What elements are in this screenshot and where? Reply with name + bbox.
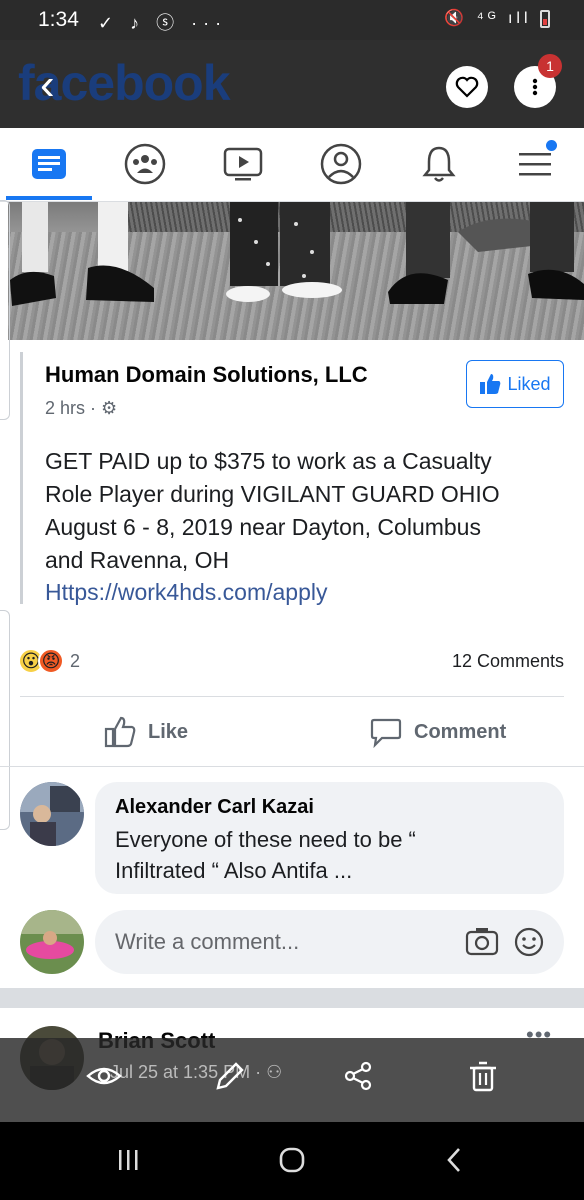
back-icon[interactable]	[444, 1146, 464, 1174]
reaction-count: 2	[70, 650, 81, 671]
home-icon[interactable]	[278, 1146, 306, 1174]
comment-bubble: Alexander Carl Kazai Everyone of these n…	[95, 782, 564, 894]
profile-icon	[320, 143, 362, 185]
comment-button[interactable]: Comment	[370, 716, 506, 748]
post-body-text: GET PAID up to $375 to work as a Casualt…	[45, 448, 500, 573]
divider	[20, 696, 564, 697]
tab-profile[interactable]	[316, 140, 366, 188]
post-link[interactable]: Https://work4hds.com/apply	[45, 579, 328, 606]
like-label: Like	[148, 720, 189, 743]
post-time[interactable]: 2 hrs	[45, 398, 85, 418]
divider	[0, 766, 584, 767]
menu-notification-dot	[546, 140, 557, 151]
groups-icon	[124, 143, 166, 185]
share-icon[interactable]	[342, 1060, 374, 1092]
tab-watch[interactable]	[218, 140, 268, 188]
notification-badge: 1	[538, 54, 562, 78]
battery-icon	[540, 9, 550, 28]
main-nav	[0, 128, 584, 202]
comments-count[interactable]: 12 Comments	[452, 651, 564, 672]
friends-icon: · ⚇	[255, 1062, 283, 1082]
comment-input[interactable]: Write a comment...	[95, 910, 564, 974]
gear-icon: ⚙	[101, 398, 118, 418]
system-nav-bar	[0, 1122, 584, 1200]
edge-card-left	[0, 200, 10, 420]
screenshot-toolbar: Jul 25 at 1:35 PM · ⚇	[0, 1038, 584, 1122]
active-tab-indicator	[6, 196, 92, 200]
tab-notifications[interactable]	[414, 140, 464, 188]
status-bar: 1:34 ✓ ♪ ⓢ ··· 🔇 ⁴ᴳ ıll	[0, 0, 584, 40]
feed-separator	[0, 988, 584, 1008]
comment-label: Comment	[414, 720, 507, 743]
angry-reaction-icon: 😡	[38, 648, 64, 674]
shared-post-border	[20, 352, 23, 604]
comment-text: Everyone of these need to be “ Infiltrat…	[115, 827, 416, 883]
camera-icon[interactable]	[465, 926, 499, 958]
thumbs-up-icon	[480, 374, 501, 394]
liked-label: Liked	[507, 373, 551, 394]
trash-icon[interactable]	[468, 1060, 498, 1092]
signal-icons: 🔇 ⁴ᴳ ıll	[444, 10, 532, 27]
comment-author[interactable]: Alexander Carl Kazai	[115, 796, 314, 819]
bell-icon	[422, 146, 456, 182]
system-status-icons: 🔇 ⁴ᴳ ıll	[444, 8, 550, 28]
watch-icon	[223, 147, 263, 181]
menu-icon	[519, 153, 551, 176]
eye-icon[interactable]	[86, 1060, 122, 1092]
photo-feet-figure	[10, 202, 584, 306]
post-meta: Jul 25 at 1:35 PM · ⚇	[110, 1062, 282, 1083]
edge-card-left-lower	[0, 610, 10, 830]
page-name[interactable]: Human Domain Solutions, LLC	[45, 362, 368, 388]
pencil-icon[interactable]	[214, 1060, 246, 1092]
post-photo[interactable]	[8, 202, 584, 340]
tab-groups[interactable]	[120, 140, 170, 188]
back-arrow-icon[interactable]: ‹	[40, 60, 55, 110]
post-timestamp: 2 hrs · ⚙	[45, 398, 117, 419]
reactions-summary[interactable]: 😮 😡 2	[18, 648, 80, 674]
app-header: facebook ‹ 1	[0, 40, 584, 128]
avatar[interactable]	[20, 782, 84, 846]
recent-apps-icon[interactable]	[116, 1146, 140, 1174]
comment-bubble-icon	[370, 718, 402, 748]
clock: 1:34	[38, 8, 79, 31]
tab-news-feed[interactable]	[24, 140, 74, 188]
dating-heart-icon[interactable]	[446, 66, 488, 108]
notification-icons: ✓ ♪ ⓢ ···	[98, 13, 228, 33]
dot-separator: ·	[90, 398, 102, 418]
avatar	[20, 910, 84, 974]
like-button[interactable]: Like	[104, 716, 188, 748]
emoji-icon[interactable]	[513, 926, 545, 958]
news-feed-icon	[32, 149, 66, 179]
thumbs-up-outline-icon	[104, 716, 136, 748]
liked-button[interactable]: Liked	[466, 360, 564, 408]
comment-placeholder: Write a comment...	[115, 929, 300, 954]
